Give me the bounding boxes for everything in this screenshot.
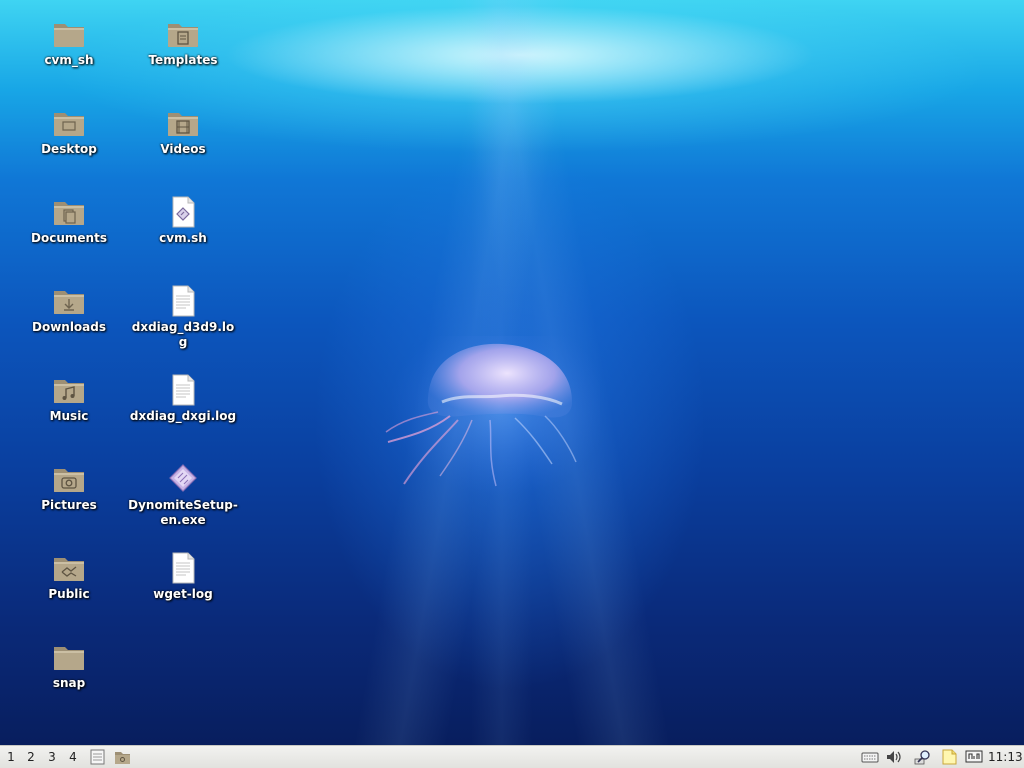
- desktop-icon-label: wget-log: [153, 587, 213, 601]
- desktop-icon-pictures-folder[interactable]: Pictures: [14, 463, 124, 513]
- templates-folder-icon: [168, 24, 198, 47]
- text-file-icon: [172, 552, 195, 584]
- desktop-icon-label: Pictures: [41, 498, 97, 512]
- desktop-icon-label: cvm_sh: [44, 53, 94, 67]
- file-manager-icon[interactable]: [114, 749, 131, 765]
- keyboard-icon[interactable]: [861, 749, 879, 765]
- wallpaper-jellyfish: [385, 336, 600, 496]
- desktop-icon-desktop-folder[interactable]: Desktop: [14, 107, 124, 157]
- pictures-folder-icon: [54, 469, 84, 492]
- desktop-icon-dxdiag-d3d9-log[interactable]: dxdiag_d3d9.log: [128, 285, 238, 350]
- desktop-folder-icon: [54, 113, 84, 136]
- desktop-icon-cvm-sh-folder[interactable]: cvm_sh: [14, 18, 124, 68]
- notes-icon[interactable]: [940, 749, 958, 765]
- desktop-icon-cvm-sh-file[interactable]: cvm.sh: [128, 196, 238, 246]
- text-file-icon: [172, 285, 195, 317]
- desktop-icon-label: dxdiag_dxgi.log: [129, 409, 237, 423]
- desktop-icon-label: Downloads: [31, 320, 107, 334]
- downloads-folder-icon: [54, 291, 84, 314]
- workspace-1-button[interactable]: 1: [3, 750, 19, 764]
- desktop-icon-label: Templates: [148, 53, 218, 67]
- desktop-icon-dxdiag-dxgi-log[interactable]: dxdiag_dxgi.log: [128, 374, 238, 424]
- public-folder-icon: [54, 558, 84, 581]
- taskbar: 1 2 3 4 11:13: [0, 745, 1024, 768]
- search-tool-icon[interactable]: [914, 749, 932, 765]
- folder-icon: [54, 24, 84, 47]
- desktop-icon-documents-folder[interactable]: Documents: [14, 196, 124, 246]
- volume-icon[interactable]: [885, 749, 903, 765]
- text-file-icon: [172, 374, 195, 406]
- folder-icon: [54, 647, 84, 670]
- workspace-4-button[interactable]: 4: [65, 750, 81, 764]
- desktop-icon-wget-log[interactable]: wget-log: [128, 552, 238, 602]
- desktop-icon-label: cvm.sh: [159, 231, 207, 245]
- desktop-icon-label: snap: [52, 676, 86, 690]
- workspace-2-button[interactable]: 2: [23, 750, 39, 764]
- shell-script-icon: [172, 196, 195, 228]
- desktop-icon-videos-folder[interactable]: Videos: [128, 107, 238, 157]
- desktop-icon-templates-folder[interactable]: Templates: [128, 18, 238, 68]
- desktop-icon-label: dxdiag_d3d9.log: [131, 320, 235, 349]
- desktop-icon-public-folder[interactable]: Public: [14, 552, 124, 602]
- desktop-icon-dynomite-setup-exe[interactable]: DynomiteSetup-en.exe: [128, 463, 238, 528]
- desktop-icon-label: Videos: [160, 142, 206, 156]
- workspace-3-button[interactable]: 3: [44, 750, 60, 764]
- clock[interactable]: 11:13: [988, 750, 1023, 764]
- desktop-icon-downloads-folder[interactable]: Downloads: [14, 285, 124, 335]
- show-desktop-icon[interactable]: [89, 749, 106, 765]
- desktop-icon-label: Desktop: [41, 142, 97, 156]
- desktop-icon-label: Public: [48, 587, 90, 601]
- desktop-icon-label: Music: [49, 409, 89, 423]
- documents-folder-icon: [54, 202, 84, 225]
- videos-folder-icon: [168, 113, 198, 136]
- exe-installer-icon: [169, 464, 197, 492]
- desktop-icon-music-folder[interactable]: Music: [14, 374, 124, 424]
- music-folder-icon: [54, 380, 84, 403]
- desktop-icon-snap-folder[interactable]: snap: [14, 641, 124, 691]
- desktop-icon-label: DynomiteSetup-en.exe: [128, 498, 238, 527]
- network-icon[interactable]: [965, 749, 983, 765]
- desktop-icon-label: Documents: [31, 231, 107, 245]
